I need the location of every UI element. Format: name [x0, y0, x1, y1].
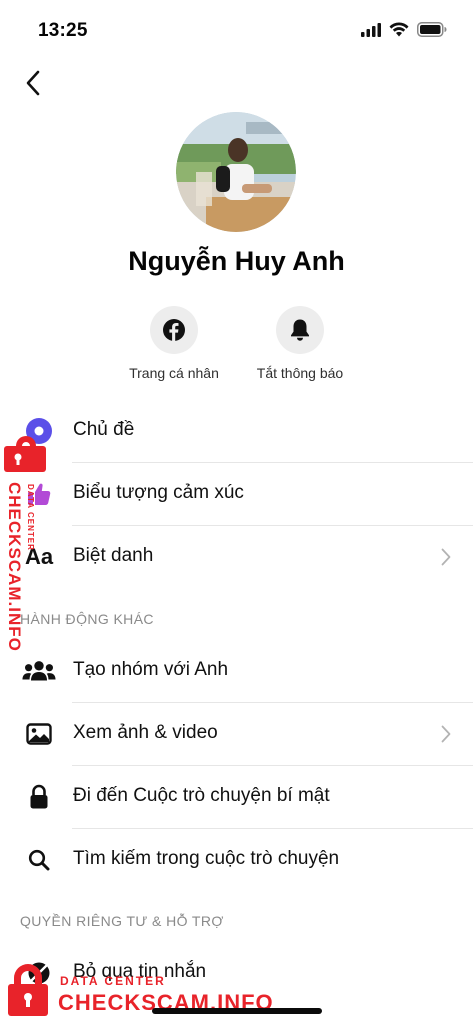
- row-emoji[interactable]: Biểu tượng cảm xúc: [0, 463, 473, 525]
- row-secret-conversation[interactable]: Đi đến Cuộc trò chuyện bí mật: [0, 766, 473, 828]
- image-icon: [22, 718, 56, 750]
- mute-notifications-label: Tắt thông báo: [256, 365, 344, 381]
- row-nickname[interactable]: Aa Biệt danh: [0, 526, 473, 588]
- row-secret-conversation-label: Đi đến Cuộc trò chuyện bí mật: [73, 785, 330, 806]
- cellular-signal-icon: [361, 22, 381, 37]
- mute-notifications-button[interactable]: Tắt thông báo: [240, 306, 360, 381]
- search-icon: [22, 844, 56, 876]
- bell-icon: [291, 319, 309, 341]
- chevron-left-icon: [26, 70, 40, 96]
- back-button[interactable]: [18, 66, 48, 100]
- row-view-media-label: Xem ảnh & video: [73, 722, 218, 743]
- row-emoji-label: Biểu tượng cảm xúc: [73, 482, 244, 503]
- row-nickname-label: Biệt danh: [73, 545, 154, 566]
- avatar[interactable]: [176, 112, 296, 232]
- watermark-vertical-text: CHECKSCAM.INFO: [5, 482, 24, 652]
- status-bar: 13:25: [0, 0, 473, 56]
- facebook-icon: [163, 319, 185, 341]
- row-search-conversation[interactable]: Tìm kiếm trong cuộc trò chuyện: [0, 829, 473, 891]
- profile-page-circle[interactable]: [150, 306, 198, 354]
- row-search-conversation-label: Tìm kiếm trong cuộc trò chuyện: [73, 848, 340, 869]
- group-icon: [22, 655, 56, 687]
- lock-icon: [22, 781, 56, 813]
- section-header-more-actions: HÀNH ĐỘNG KHÁC: [20, 611, 154, 627]
- profile-page-button[interactable]: Trang cá nhân: [114, 306, 234, 381]
- home-indicator[interactable]: [152, 1008, 322, 1014]
- chevron-right-icon: [441, 725, 451, 743]
- chevron-right-icon: [441, 548, 451, 566]
- profile-name: Nguyễn Huy Anh: [128, 246, 345, 276]
- watermark-lock-icon: [8, 964, 48, 1016]
- status-time: 13:25: [38, 20, 88, 41]
- row-view-media[interactable]: Xem ảnh & video: [0, 703, 473, 765]
- wifi-icon: [389, 22, 409, 37]
- row-create-group[interactable]: Tạo nhóm với Anh: [0, 640, 473, 702]
- battery-icon: [417, 22, 447, 37]
- watermark-vertical-subtext: DATA CENTER: [26, 484, 35, 551]
- row-theme[interactable]: Chủ đề: [0, 400, 473, 462]
- watermark-lock-icon: [4, 436, 46, 472]
- watermark-bottom-subtext: DATA CENTER: [60, 974, 166, 988]
- row-create-group-label: Tạo nhóm với Anh: [73, 659, 229, 680]
- row-theme-label: Chủ đề: [73, 419, 135, 440]
- profile-page-label: Trang cá nhân: [129, 365, 219, 381]
- status-icons: [361, 22, 447, 37]
- section-header-privacy: QUYỀN RIÊNG TƯ & HỖ TRỢ: [20, 913, 224, 929]
- profile-photo: [176, 112, 296, 232]
- mute-notifications-circle[interactable]: [276, 306, 324, 354]
